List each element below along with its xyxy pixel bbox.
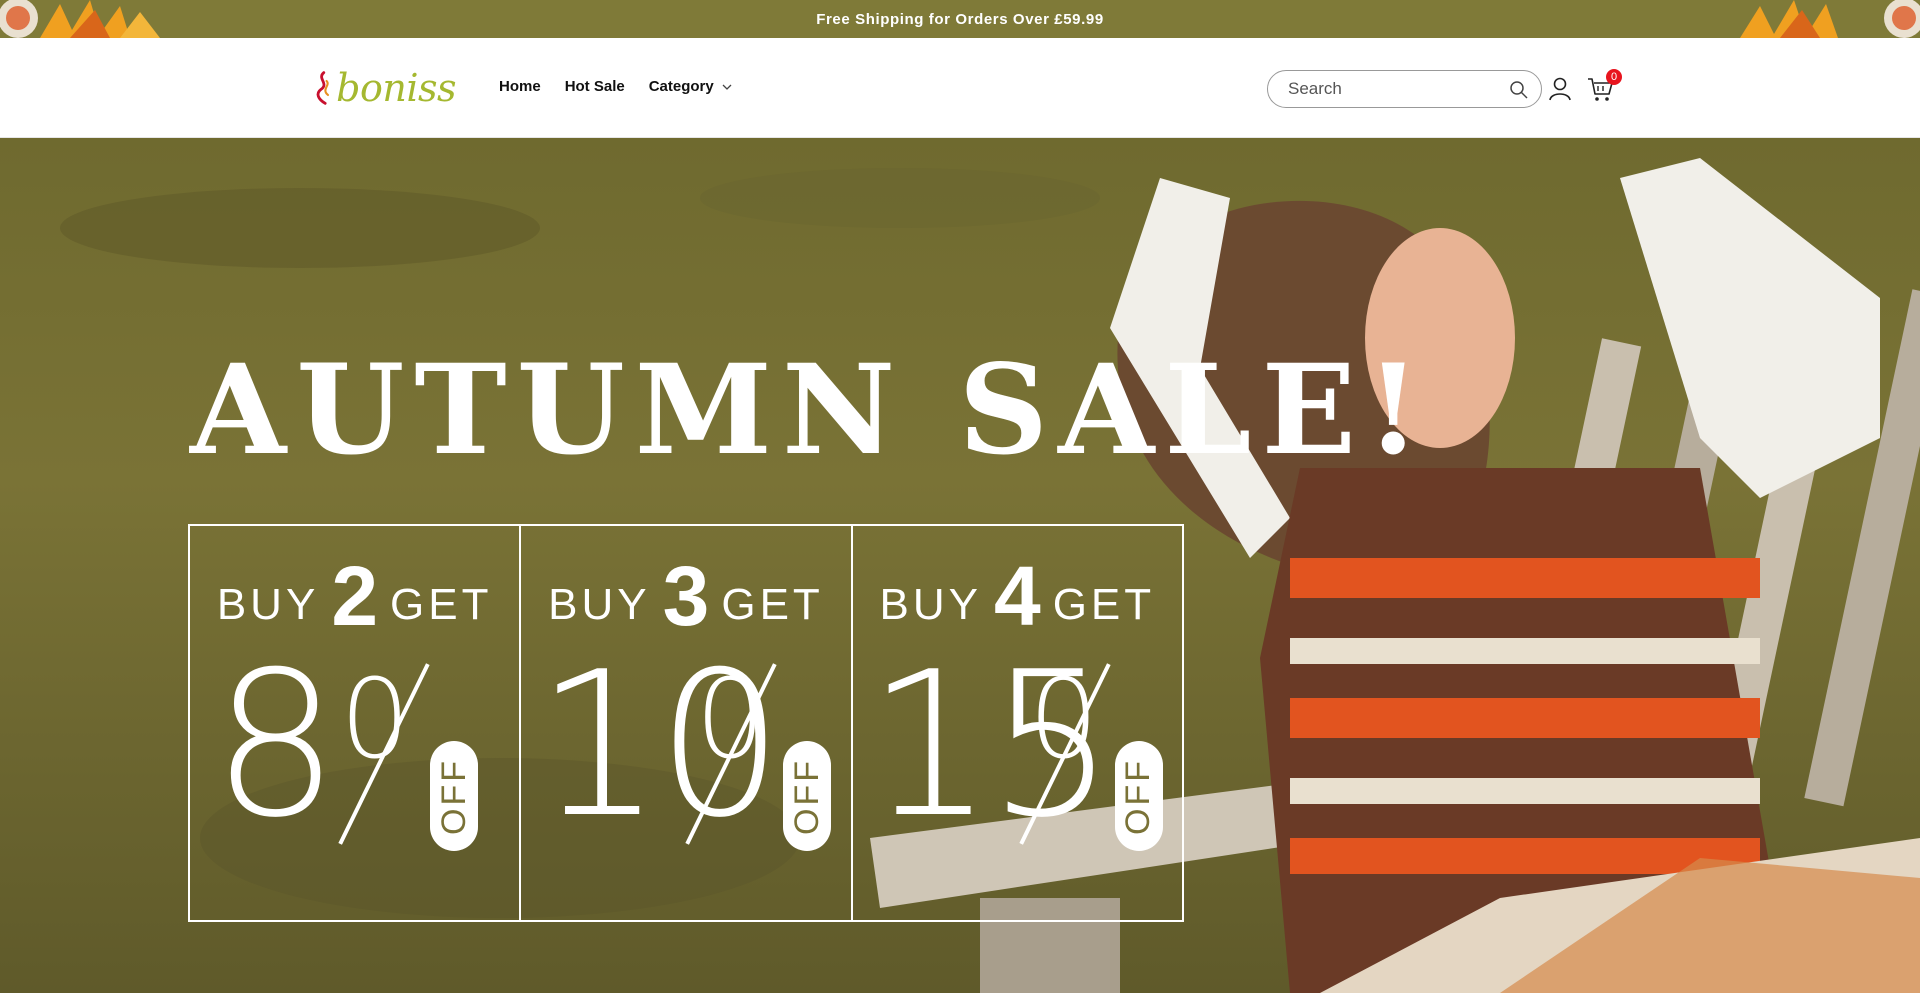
search-box: [1267, 70, 1542, 108]
offer-buy-label: BUY: [879, 580, 982, 629]
nav-category[interactable]: Category: [649, 78, 732, 95]
announcement-text: Free Shipping for Orders Over £59.99: [816, 10, 1104, 28]
site-logo[interactable]: boniss: [314, 62, 456, 114]
autumn-leaves-decoration-left: [0, 0, 160, 38]
chevron-down-icon: [722, 84, 732, 90]
nav-hot-sale[interactable]: Hot Sale: [565, 78, 625, 95]
off-label: OFF: [1119, 757, 1158, 835]
offer-buy-label: BUY: [216, 580, 320, 629]
autumn-leaves-decoration-right: [1740, 0, 1920, 38]
offer-quantity: 2: [331, 549, 379, 643]
offer-get-label: GET: [1052, 580, 1156, 629]
user-icon[interactable]: [1547, 76, 1573, 102]
offer-card: BUY 2 GET 8 0 OFF: [190, 526, 522, 920]
off-pill: OFF: [430, 741, 478, 851]
offer-percent: 8: [212, 629, 339, 862]
announcement-bar: Free Shipping for Orders Over £59.99: [0, 0, 1920, 38]
offer-get-label: GET: [721, 580, 824, 629]
offer-card: BUY 3 GET 10 0 OFF: [521, 526, 853, 920]
offer-grid: BUY 2 GET 8 0 OFF BUY 3 GET 10 0 OFF BUY 4 GET…: [188, 524, 1184, 922]
off-pill: OFF: [1114, 741, 1163, 851]
search-icon[interactable]: [1509, 80, 1529, 100]
nav-hot-sale-label: Hot Sale: [564, 78, 625, 95]
off-label: OFF: [434, 757, 473, 835]
cart-count-badge: 0: [1606, 69, 1622, 85]
site-header: boniss Home Hot Sale Category 0: [0, 38, 1920, 138]
hero-banner[interactable]: AUTUMN SALE! BUY 2 GET 8 0 OFF BUY 3 GET 10 …: [0, 138, 1920, 993]
logo-mark-icon: [316, 71, 330, 105]
off-label: OFF: [787, 757, 826, 835]
logo-text: boniss: [336, 66, 456, 110]
offer-card: BUY 4 GET 15 0 OFF: [853, 526, 1182, 920]
hero-title: AUTUMN SALE!: [190, 338, 1431, 483]
offer-buy-label: BUY: [548, 580, 651, 629]
nav-home[interactable]: Home: [499, 78, 541, 95]
search-input[interactable]: [1288, 79, 1498, 99]
nav-category-label: Category: [648, 78, 714, 95]
nav-home-label: Home: [499, 78, 541, 95]
offer-get-label: GET: [390, 580, 493, 629]
main-nav: Home Hot Sale Category: [499, 78, 732, 95]
off-pill: OFF: [783, 741, 832, 851]
